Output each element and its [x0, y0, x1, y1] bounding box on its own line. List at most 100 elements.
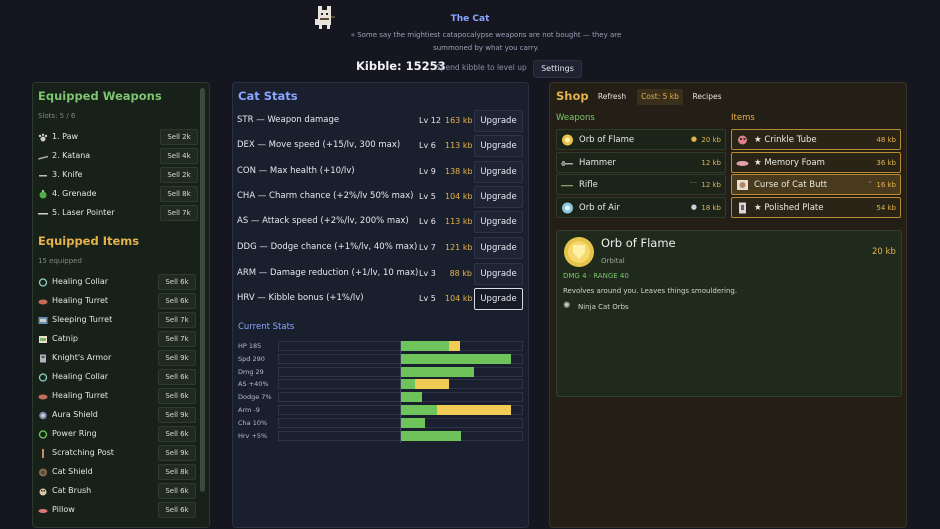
- sell-button[interactable]: Sell 7k: [158, 331, 196, 347]
- sell-button[interactable]: Sell 7k: [158, 312, 196, 328]
- laser-pointer-icon: [38, 213, 48, 215]
- item-name: Knight's Armor: [52, 353, 112, 362]
- gear-icon: ✺: [563, 301, 571, 311]
- upgrade-button[interactable]: Upgrade: [474, 135, 523, 157]
- stat-label: STR — Weapon damage: [237, 115, 340, 125]
- upgrade-button[interactable]: Upgrade: [474, 237, 523, 259]
- shop-item-name: ★ Memory Foam: [754, 158, 825, 168]
- stat-level: Lv 6: [419, 141, 436, 150]
- shop-weapon-price: 12 kb: [701, 159, 721, 167]
- stat-row-con: CON — Max health (+10/lv) Lv 9 138 kb Up…: [236, 160, 526, 184]
- stat-cost: 104 kb: [445, 294, 473, 303]
- current-stat-label: Arm -9: [238, 406, 260, 414]
- shop-weapon-row[interactable]: Orb of Flame ● 20 kb: [556, 129, 726, 150]
- shop-item-name: ★ Crinkle Tube: [754, 135, 817, 145]
- shop-weapon-row[interactable]: Hammer 12 kb: [556, 152, 726, 173]
- stat-cost: 104 kb: [445, 192, 473, 201]
- header: The Cat « Some say the mightiest catapoc…: [0, 0, 940, 80]
- current-stat-bar-bonus: [437, 405, 511, 415]
- equipped-item-row: Aura Shield Sell 9k: [36, 407, 196, 424]
- shop-item-row[interactable]: Curse of Cat Butt ⁼ 16 kb: [731, 174, 901, 195]
- refresh-button[interactable]: Refresh: [593, 89, 631, 105]
- stat-level: Lv 12: [419, 116, 441, 125]
- shop-weapon-price: 18 kb: [701, 204, 721, 212]
- shop-item-row[interactable]: ★ Crinkle Tube 48 kb: [731, 129, 901, 150]
- shop-weapons-title: Weapons: [556, 113, 595, 123]
- upgrade-button[interactable]: Upgrade: [474, 186, 523, 208]
- shop-item-price: 54 kb: [876, 204, 896, 212]
- rifle-icon: [561, 185, 573, 187]
- item-name: Aura Shield: [52, 410, 98, 419]
- sell-button[interactable]: Sell 9k: [158, 445, 196, 461]
- current-stat-bar-bonus: [415, 379, 449, 389]
- kibble-hint: Spend kibble to level up: [436, 63, 527, 72]
- shop-item-row[interactable]: ★ Memory Foam 36 kb: [731, 152, 901, 173]
- shop-item-name: ★ Polished Plate: [754, 203, 824, 213]
- sell-button[interactable]: Sell 2k: [160, 129, 198, 145]
- item-name: Healing Collar: [52, 372, 109, 381]
- shop-weapon-row[interactable]: Orb of Air ● 18 kb: [556, 197, 726, 218]
- equipment-scrollbar[interactable]: [200, 88, 205, 492]
- item-name: Catnip: [52, 334, 78, 343]
- sell-button[interactable]: Sell 6k: [158, 502, 196, 518]
- sell-button[interactable]: Sell 9k: [158, 350, 196, 366]
- equipped-item-row: Sleeping Turret Sell 7k: [36, 312, 196, 329]
- current-stat-bar-base: [400, 367, 474, 377]
- shop-item-row[interactable]: ★ Polished Plate 54 kb: [731, 197, 901, 218]
- upgrade-button[interactable]: Upgrade: [474, 263, 523, 285]
- sell-button[interactable]: Sell 8k: [158, 464, 196, 480]
- sell-button[interactable]: Sell 2k: [160, 167, 198, 183]
- current-stat-bar-base: [400, 431, 461, 441]
- sell-button[interactable]: Sell 8k: [160, 186, 198, 202]
- upgrade-button[interactable]: Upgrade: [474, 161, 523, 183]
- sell-button[interactable]: Sell 4k: [160, 148, 198, 164]
- equipped-item-row: Cat Shield Sell 8k: [36, 464, 196, 481]
- stat-cost: 88 kb: [449, 269, 472, 278]
- sell-button[interactable]: Sell 9k: [158, 407, 196, 423]
- upgrade-button[interactable]: Upgrade: [474, 110, 523, 132]
- sell-button[interactable]: Sell 6k: [158, 426, 196, 442]
- weapon-name: 3. Knife: [52, 170, 83, 179]
- cat-butt-icon: [737, 180, 748, 190]
- stat-label: CHA — Charm chance (+2%/lv 50% max): [237, 191, 414, 201]
- orb-mini-icon: ●: [690, 135, 697, 143]
- upgrade-button[interactable]: Upgrade: [474, 211, 523, 233]
- ring-icon: [38, 430, 48, 439]
- sell-button[interactable]: Sell 6k: [158, 483, 196, 499]
- detail-price: 20 kb: [872, 247, 896, 257]
- knife-icon: [39, 175, 47, 177]
- current-stats-divider: [400, 341, 401, 443]
- stat-label: AS — Attack speed (+2%/lv, 200% max): [237, 216, 409, 226]
- item-name: Sleeping Turret: [52, 315, 113, 324]
- orb-icon: [562, 134, 573, 146]
- recipes-button[interactable]: Recipes: [689, 89, 725, 105]
- items-count: 15 equipped: [38, 257, 82, 265]
- shop-item-price: 48 kb: [876, 136, 896, 144]
- tagline: « Some say the mightiest catapocalypse w…: [350, 31, 622, 52]
- upgrade-button[interactable]: Upgrade: [474, 288, 523, 310]
- sell-button[interactable]: Sell 6k: [158, 369, 196, 385]
- crinkle-tube-icon: [738, 135, 747, 145]
- item-name: Cat Shield: [52, 467, 93, 476]
- detail-type: Orbital: [601, 257, 625, 265]
- sell-button[interactable]: Sell 6k: [158, 274, 196, 290]
- settings-button[interactable]: Settings: [533, 60, 582, 78]
- collar-icon: [38, 373, 48, 382]
- shop-weapon-row[interactable]: Rifle ⁻⁻ 12 kb: [556, 174, 726, 195]
- equipped-items-title: Equipped Items: [38, 234, 140, 248]
- equipped-item-row: Catnip Sell 7k: [36, 331, 196, 348]
- item-name: Power Ring: [52, 429, 97, 438]
- sell-button[interactable]: Sell 6k: [158, 388, 196, 404]
- equipped-item-row: Pillow Sell 6k: [36, 502, 196, 519]
- current-stat-bar-base: [400, 379, 415, 389]
- sell-button[interactable]: Sell 6k: [158, 293, 196, 309]
- sell-button[interactable]: Sell 7k: [160, 205, 198, 221]
- synergy-label[interactable]: Ninja Cat Orbs: [578, 303, 629, 311]
- memory-foam-icon: [736, 161, 749, 166]
- item-name: Scratching Post: [52, 448, 114, 457]
- shop-item-name: Curse of Cat Butt: [754, 180, 828, 190]
- hammer-icon: [561, 161, 573, 166]
- weapon-slots: Slots: 5 / 6: [38, 112, 76, 120]
- stat-cost: 163 kb: [445, 116, 473, 125]
- current-stat-bar-base: [400, 405, 437, 415]
